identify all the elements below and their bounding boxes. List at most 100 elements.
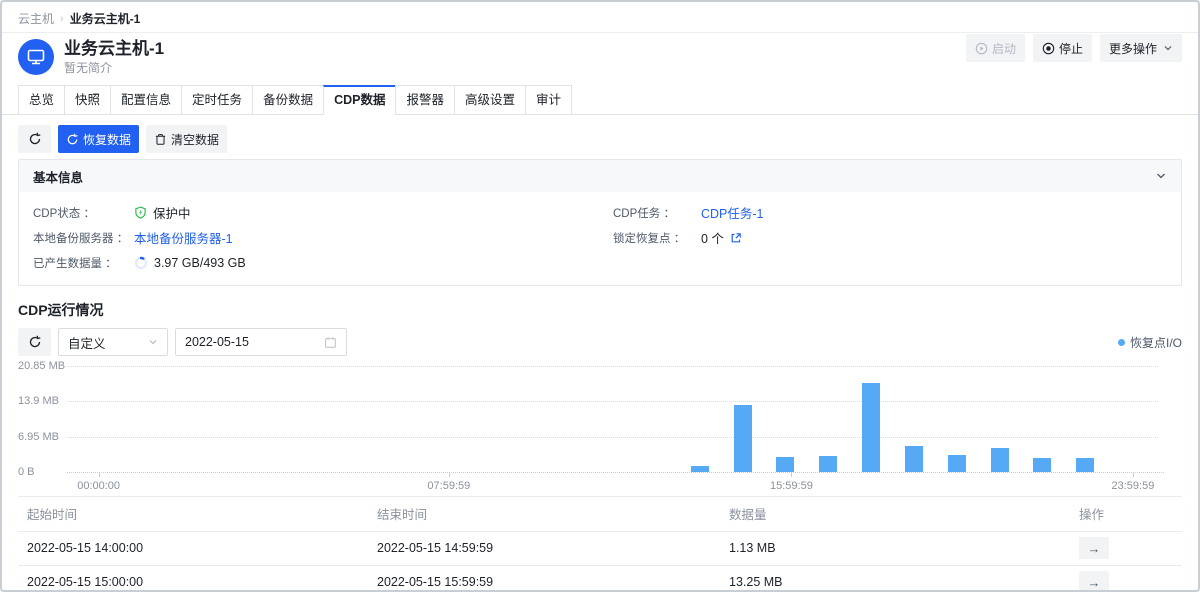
x-axis-tick: [1133, 473, 1134, 477]
basic-info-body: CDP状态 ： 保护中 本地备份服务器 ： 本地备份服务器-1 已产生数据量 ：: [19, 192, 1181, 285]
page-subtitle: 暂无简介: [64, 61, 164, 75]
cdp-section-title: CDP运行情况: [18, 300, 1182, 320]
bar-22:59:59: [1033, 458, 1051, 472]
tab-1[interactable]: 快照: [64, 85, 111, 115]
tab-6[interactable]: 报警器: [395, 85, 455, 115]
bar-16:59:59: [776, 457, 794, 472]
generated-data-label: 已产生数据量 ：: [33, 255, 134, 271]
tab-3[interactable]: 定时任务: [181, 85, 253, 115]
x-tick-label: 07:59:59: [427, 480, 470, 492]
tab-0[interactable]: 总览: [18, 85, 65, 115]
generated-data-value: 3.97 GB/493 GB: [154, 256, 246, 270]
clear-data-button[interactable]: 清空数据: [146, 125, 227, 153]
restore-data-button[interactable]: 恢复数据: [58, 125, 139, 153]
basic-info-panel: 基本信息 CDP状态 ： 保护中 本地备份服务: [18, 159, 1182, 286]
stop-button[interactable]: 停止: [1033, 34, 1092, 62]
cdp-task-label: CDP任务 ：: [613, 205, 701, 221]
more-actions-label: 更多操作: [1109, 40, 1157, 57]
more-actions-button[interactable]: 更多操作: [1100, 34, 1182, 62]
basic-info-header[interactable]: 基本信息: [19, 160, 1181, 192]
table-row-1: 2022-05-15 15:00:002022-05-15 15:59:5913…: [18, 565, 1182, 592]
local-backup-server-label: 本地备份服务器 ：: [33, 230, 134, 246]
cell-end: 2022-05-15 14:59:59: [368, 531, 720, 565]
x-tick-label: 15:59:59: [770, 480, 813, 492]
breadcrumb-separator: ›: [60, 13, 64, 25]
monitor-icon: [26, 47, 46, 67]
info-row-generated-data: 已产生数据量 ： 3.97 GB/493 GB: [33, 250, 613, 275]
refresh-button[interactable]: [18, 125, 51, 153]
clear-data-label: 清空数据: [171, 131, 219, 148]
cell-size: 1.13 MB: [720, 531, 1070, 565]
y-tick-label: 13.9 MB: [18, 395, 59, 407]
local-backup-server-link[interactable]: 本地备份服务器-1: [134, 228, 233, 247]
stop-label: 停止: [1059, 40, 1083, 57]
restore-icon: [66, 133, 79, 146]
tab-5[interactable]: CDP数据: [323, 85, 396, 115]
chart-controls: 自定义 2022-05-15 恢复点I/O: [18, 328, 1182, 356]
usage-donut-icon: [134, 256, 148, 270]
play-icon: [975, 42, 988, 55]
chart-plot: 00:00:00 07:59:59 15:59:59 23:59:59: [67, 366, 1158, 472]
shield-protected-icon: [134, 206, 147, 219]
x-axis-tick: [449, 473, 450, 477]
table-row-0: 2022-05-15 14:00:002022-05-15 14:59:591.…: [18, 531, 1182, 565]
basic-info-title: 基本信息: [33, 167, 83, 186]
chevron-down-icon: [148, 337, 158, 347]
toolbar: 恢复数据 清空数据: [2, 125, 1198, 153]
cell-start: 2022-05-15 15:00:00: [18, 565, 368, 592]
cdp-status-value: 保护中: [153, 203, 191, 222]
refresh-icon: [28, 335, 42, 349]
table-header-row: 起始时间 结束时间 数据量 操作: [18, 497, 1182, 531]
bar-23:59:59: [1076, 458, 1094, 472]
external-link-icon[interactable]: [730, 232, 742, 244]
y-tick-label: 0 B: [18, 466, 35, 478]
tab-2[interactable]: 配置信息: [110, 85, 182, 115]
cdp-task-link[interactable]: CDP任务-1: [701, 203, 764, 222]
gridline: [67, 401, 1158, 402]
legend-label: 恢复点I/O: [1130, 334, 1182, 351]
date-picker[interactable]: 2022-05-15: [175, 328, 347, 356]
bar-18:59:59: [862, 383, 880, 472]
start-button[interactable]: 启动: [966, 34, 1025, 62]
tab-7[interactable]: 高级设置: [454, 85, 526, 115]
info-row-locked-recovery-points: 锁定恢复点 ： 0 个: [613, 225, 764, 250]
chart-legend[interactable]: 恢复点I/O: [1118, 334, 1182, 351]
breadcrumb-root[interactable]: 云主机: [18, 10, 54, 27]
locked-recovery-points-label: 锁定恢复点 ：: [613, 230, 701, 246]
bar-19:59:59: [905, 446, 923, 472]
stop-icon: [1042, 42, 1055, 55]
tab-4[interactable]: 备份数据: [252, 85, 324, 115]
x-tick-label: 23:59:59: [1111, 480, 1154, 492]
date-picker-value: 2022-05-15: [185, 335, 249, 349]
info-row-cdp-task: CDP任务 ： CDP任务-1: [613, 200, 764, 225]
y-tick-label: 6.95 MB: [18, 431, 59, 443]
trash-icon: [154, 133, 167, 146]
info-row-local-backup-server: 本地备份服务器 ： 本地备份服务器-1: [33, 225, 613, 250]
info-row-cdp-status: CDP状态 ： 保护中: [33, 200, 613, 225]
row-detail-button[interactable]: →: [1079, 571, 1109, 592]
bar-20:59:59: [948, 455, 966, 472]
page-title: 业务云主机-1: [64, 39, 164, 59]
gridline: [67, 366, 1158, 367]
row-detail-button[interactable]: →: [1079, 537, 1109, 559]
bar-14:59:59: [691, 466, 709, 472]
legend-dot-icon: [1118, 339, 1125, 346]
col-start-time: 起始时间: [18, 497, 368, 531]
bar-17:59:59: [819, 456, 837, 472]
table-body: 2022-05-15 14:00:002022-05-15 14:59:591.…: [18, 531, 1182, 592]
start-label: 启动: [992, 40, 1016, 57]
x-axis-line: [67, 472, 1164, 473]
tab-8[interactable]: 审计: [525, 85, 572, 115]
x-axis-tick: [791, 473, 792, 477]
page-frame: 云主机 › 业务云主机-1 业务云主机-1 暂无简介 启动: [0, 0, 1200, 592]
bar-15:59:59: [734, 405, 752, 472]
refresh-icon: [28, 132, 42, 146]
cell-start: 2022-05-15 14:00:00: [18, 531, 368, 565]
range-select[interactable]: 自定义: [58, 328, 168, 356]
calendar-icon: [324, 336, 337, 349]
x-axis-tick: [99, 473, 100, 477]
chevron-down-icon: [1163, 43, 1173, 53]
chart-refresh-button[interactable]: [18, 328, 51, 356]
range-select-value: 自定义: [68, 333, 106, 352]
collapse-chevron-icon[interactable]: [1155, 170, 1167, 182]
